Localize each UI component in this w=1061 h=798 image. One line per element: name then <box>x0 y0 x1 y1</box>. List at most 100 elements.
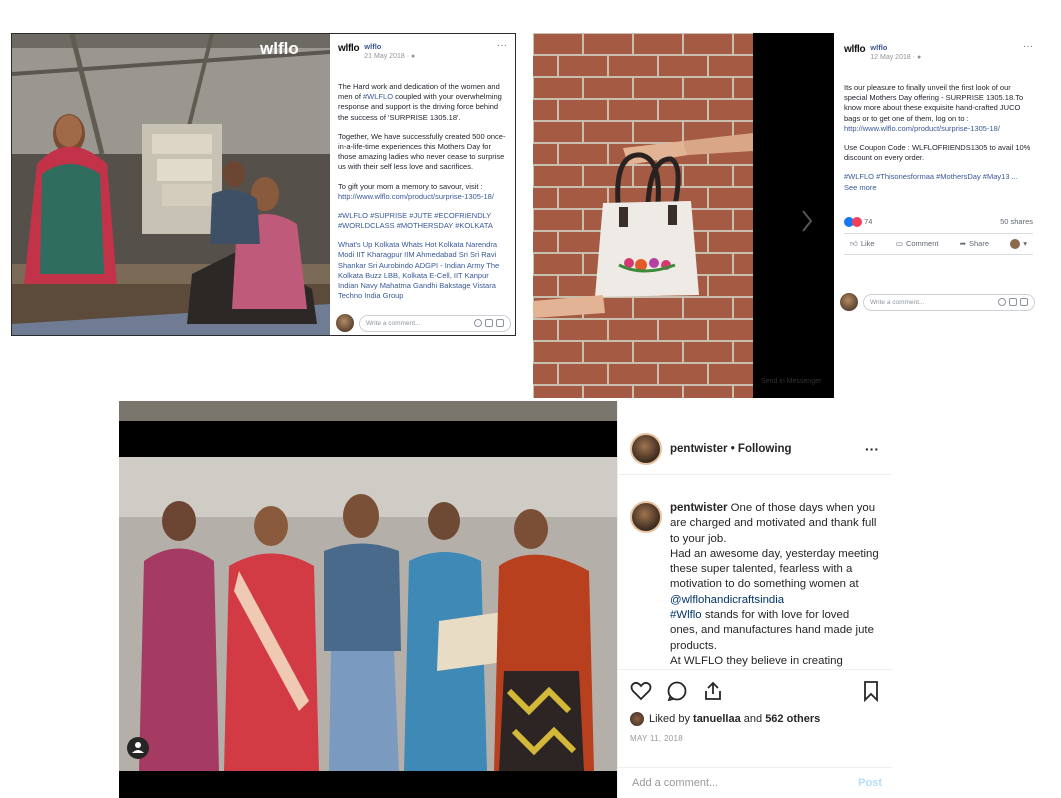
like-button[interactable]: 👍︎ Like <box>850 239 875 249</box>
likes-text[interactable]: Liked by tanuellaa and 562 others <box>649 713 820 725</box>
comment-icon[interactable] <box>666 681 688 701</box>
thumbs-up-icon: 👍︎ <box>850 238 858 248</box>
emoji-icon[interactable] <box>998 298 1006 306</box>
tagged-pages[interactable]: What's Up Kolkata Whats Hot Kolkata Nare… <box>338 240 507 301</box>
avatar[interactable] <box>630 432 662 465</box>
action-bar: 👍︎ Like ▭ Comment ➦ Share ▾ <box>844 232 1033 255</box>
add-comment-bar: Add a comment... Post <box>618 767 892 798</box>
mention-link[interactable]: @wlflohandicraftsindia <box>670 594 784 606</box>
liked-by-prefix: Liked by <box>649 713 694 725</box>
page-logo[interactable]: wlflo <box>338 42 360 56</box>
para3-text: To gift your mom a memory to savour, vis… <box>338 181 483 191</box>
date-text[interactable]: 21 May 2018 · <box>364 53 411 60</box>
shares-count[interactable]: 50 shares <box>1000 217 1033 227</box>
liker-username[interactable]: tanuellaa <box>693 713 741 725</box>
share-arrow-icon: ➦ <box>959 238 966 248</box>
group-illustration <box>119 401 617 798</box>
post-date[interactable]: MAY 11, 2018 <box>630 734 880 743</box>
globe-icon: ● <box>916 54 922 62</box>
post-header: wlflo wlflo 21 May 2018 · ● ··· <box>338 41 507 68</box>
following-status[interactable]: • Following <box>728 443 792 455</box>
post-date[interactable]: 21 May 2018 · ● <box>364 52 415 62</box>
comment-input[interactable]: Add a comment... <box>632 777 718 789</box>
caption-line1: pentwister One of those days when you ar… <box>670 501 880 547</box>
camera-icon[interactable] <box>1009 298 1017 306</box>
hashtags[interactable]: #WLFLO #SUPRISE #JUTE #ECOFRIENDLY #WORL… <box>338 211 507 231</box>
post-header: wlflo wlflo 12 May 2018 · ● ··· <box>844 42 1033 69</box>
product-link[interactable]: http://www.wlflo.com/product/surprise-13… <box>844 124 1000 133</box>
comment-input[interactable]: Write a comment... <box>359 314 511 332</box>
post-text-para2: Use Coupon Code : WLFLOFRIENDS1305 to av… <box>844 142 1031 163</box>
hashtags[interactable]: #WLFLO #Thisonesformaa #MothersDay #May1… <box>844 172 1018 181</box>
share-icon[interactable] <box>702 681 724 701</box>
hashtag-link[interactable]: #WLFLO <box>363 92 393 101</box>
post-sidebar: pentwister • Following ··· pentwister On… <box>617 401 892 798</box>
share-button[interactable]: ➦ Share <box>960 239 989 249</box>
comment-placeholder: Write a comment... <box>366 319 421 327</box>
para1-text: Its our pleasure to finally unveil the f… <box>844 83 1024 123</box>
instagram-post: pentwister • Following ··· pentwister On… <box>119 401 892 798</box>
more-options-icon[interactable]: ··· <box>865 441 879 457</box>
post-sidebar: wlflo wlflo 21 May 2018 · ● ··· The Hard… <box>330 34 515 335</box>
caption-line2: Had an awesome day, yesterday meeting th… <box>670 547 880 608</box>
audience-selector[interactable]: ▾ <box>1010 239 1027 249</box>
see-more-link[interactable]: See more <box>844 183 877 192</box>
page-name-link[interactable]: wlflo <box>870 43 921 53</box>
share-label: Share <box>968 238 989 248</box>
comment-bar: Write a comment... <box>836 288 1039 316</box>
comment-placeholder: Write a comment... <box>870 298 925 306</box>
workshop-illustration: wlflo <box>12 34 330 335</box>
hashtag-link[interactable]: #Wlflo <box>670 609 702 621</box>
reactions-row: 74 50 shares <box>844 217 1033 227</box>
product-link[interactable]: http://www.wlflo.com/product/surprise-13… <box>338 192 494 201</box>
facebook-post-2: Send in Messenger wlflo wlflo 12 May 201… <box>524 33 1041 398</box>
liker-avatar <box>630 712 644 726</box>
post-header: pentwister • Following ··· <box>618 423 891 475</box>
reaction-count[interactable]: 74 <box>864 217 872 226</box>
globe-icon: ● <box>410 53 416 61</box>
heart-icon[interactable] <box>630 681 652 701</box>
caption-username[interactable]: pentwister <box>670 502 728 514</box>
love-reaction-icon <box>852 216 862 227</box>
post-photo-workshop[interactable]: wlflo <box>12 34 330 335</box>
avatar <box>1010 238 1021 249</box>
comment-button[interactable]: ▭ Comment <box>896 239 939 249</box>
caption: pentwister One of those days when you ar… <box>618 501 892 669</box>
post-date[interactable]: 12 May 2018 · ● <box>870 53 921 63</box>
more-options-icon[interactable]: ··· <box>497 41 507 51</box>
bookmark-icon[interactable] <box>862 680 880 702</box>
page-name-link[interactable]: wlflo <box>364 42 415 52</box>
bag-illustration: Send in Messenger <box>533 33 834 398</box>
more-options-icon[interactable]: ··· <box>1023 42 1033 52</box>
caption-text-4: At WLFLO they believe in creating <box>670 654 843 667</box>
photo-logo: wlflo <box>259 39 299 58</box>
camera-icon[interactable] <box>485 319 493 327</box>
reactions[interactable]: 74 <box>844 217 872 227</box>
comment-bar: Write a comment... <box>332 310 515 336</box>
caption-line3: #Wlflo stands for with love for loved on… <box>670 608 880 654</box>
like-label: Like <box>860 238 875 248</box>
username-link[interactable]: pentwister <box>670 443 728 455</box>
speech-bubble-icon: ▭ <box>895 238 903 248</box>
page-logo[interactable]: wlflo <box>844 43 866 57</box>
comment-label: Comment <box>905 238 939 248</box>
gif-icon[interactable] <box>496 319 504 327</box>
avatar[interactable] <box>630 501 662 533</box>
emoji-icon[interactable] <box>474 319 482 327</box>
action-area: Liked by tanuellaa and 562 others MAY 11… <box>618 669 892 779</box>
post-photo-group[interactable] <box>119 401 617 798</box>
facebook-post-1: wlflo wlflo wlflo 21 May 2018 · ● ··· Th… <box>11 33 516 336</box>
post-photo-bag[interactable]: Send in Messenger <box>533 33 834 398</box>
date-text[interactable]: 12 May 2018 · <box>870 54 917 61</box>
post-sidebar: wlflo wlflo 12 May 2018 · ● ··· Its our … <box>834 33 1041 323</box>
gif-icon[interactable] <box>1020 298 1028 306</box>
liked-by-and: and <box>740 713 766 725</box>
post-text-para3: To gift your mom a memory to savour, vis… <box>338 182 507 202</box>
post-button[interactable]: Post <box>858 777 882 789</box>
avatar <box>840 293 858 311</box>
comment-input[interactable]: Write a comment... <box>863 293 1035 311</box>
hashtags-block: #WLFLO #Thisonesformaa #MothersDay #May1… <box>844 172 1033 192</box>
likes-count[interactable]: 562 others <box>765 713 820 725</box>
avatar <box>336 314 354 332</box>
messenger-watermark: Send in Messenger <box>761 378 822 385</box>
